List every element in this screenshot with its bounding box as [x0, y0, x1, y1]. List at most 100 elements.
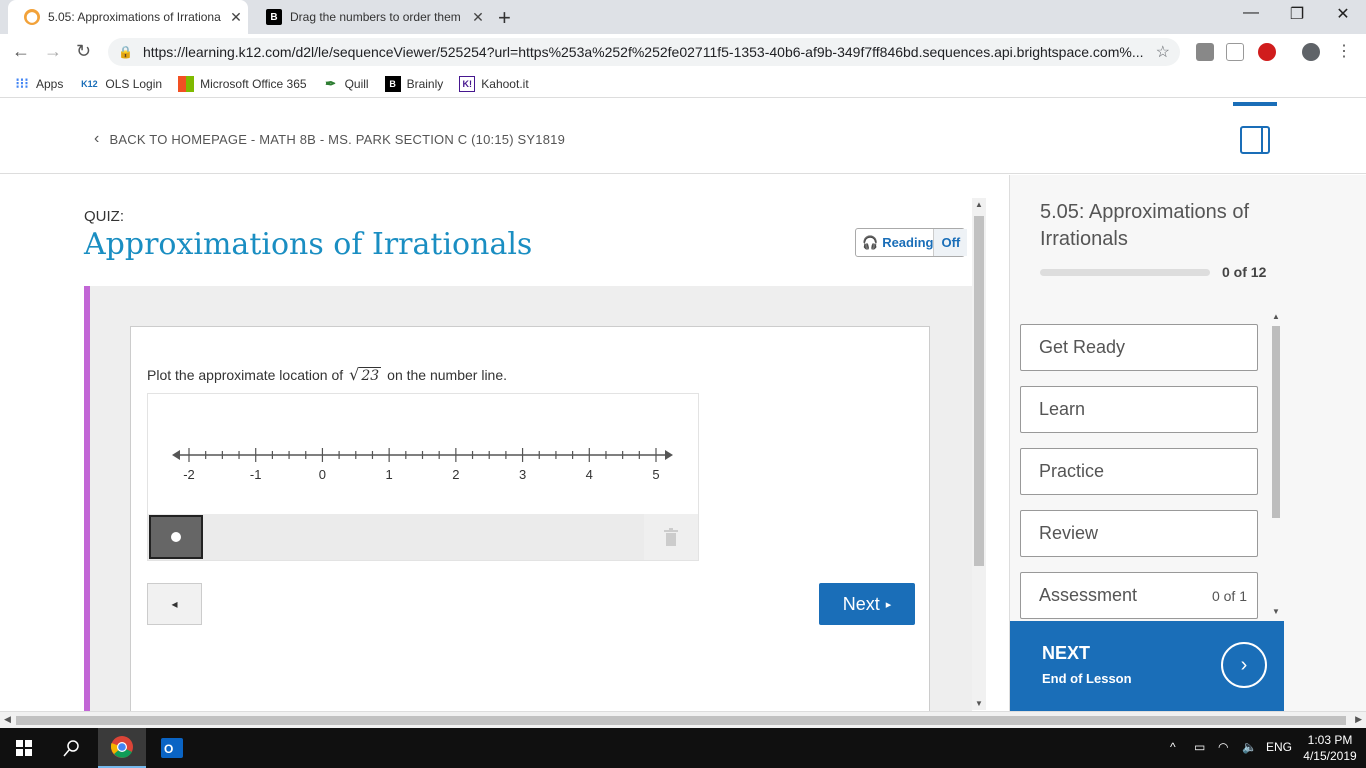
volume-icon[interactable]: 🔈 — [1242, 740, 1257, 754]
maximize-button[interactable]: ❐ — [1274, 4, 1320, 24]
next-lesson-button[interactable]: NEXT End of Lesson › — [1010, 621, 1284, 711]
bookmark-kahoot[interactable]: K! Kahoot.it — [459, 75, 529, 92]
prompt-text-before: Plot the approximate location of — [147, 366, 344, 383]
section-learn[interactable]: Learn — [1020, 386, 1258, 433]
bookmark-label: OLS Login — [105, 76, 163, 91]
square-root-expression: √ 23 — [349, 365, 382, 384]
number-line-toolbar — [148, 514, 698, 560]
arrow-left-icon — [172, 450, 180, 460]
section-label: Assessment — [1039, 585, 1138, 605]
extension-adblock-icon[interactable] — [1258, 43, 1276, 61]
browser-tab[interactable]: B Drag the numbers to order them ✕ — [250, 0, 490, 34]
reading-toggle[interactable]: 🎧 Reading Off — [855, 228, 968, 257]
bookmark-brainly[interactable]: B Brainly — [384, 75, 443, 92]
tick-label: 4 — [586, 467, 593, 482]
taskbar-outlook[interactable]: O — [148, 728, 196, 768]
horizontal-scrollbar[interactable]: ◀ ▶ — [0, 711, 1366, 728]
tick-label: 5 — [652, 467, 659, 482]
section-assessment[interactable]: Assessment 0 of 1 — [1020, 572, 1258, 619]
panel-tab-indicator — [1233, 102, 1277, 106]
lesson-title: 5.05: Approximations of Irrationals — [1040, 201, 1250, 250]
chevron-right-circle-icon: › — [1221, 642, 1267, 688]
scroll-left-icon[interactable]: ◀ — [4, 714, 11, 725]
scroll-down-icon[interactable]: ▼ — [972, 699, 986, 708]
radicand: 23 — [359, 367, 382, 384]
close-tab-icon[interactable]: ✕ — [224, 9, 248, 26]
lesson-sidebar: 5.05: Approximations of Irrationals 0 of… — [1009, 175, 1366, 711]
section-label: Learn — [1039, 399, 1086, 419]
bookmark-office-365[interactable]: Microsoft Office 365 — [178, 75, 307, 92]
tick-label: -2 — [183, 467, 195, 482]
next-lesson-title: NEXT — [1042, 643, 1091, 663]
taskbar-chrome[interactable] — [98, 728, 146, 768]
bookmark-quill[interactable]: ✒ Quill — [323, 76, 369, 92]
scroll-up-icon[interactable]: ▲ — [972, 200, 986, 209]
outlook-icon: O — [161, 738, 183, 758]
menu-kebab-icon[interactable]: ⋮ — [1336, 41, 1352, 61]
main-scrollbar[interactable]: ▲ ▼ — [972, 198, 986, 710]
progress-text: 0 of 12 — [1222, 264, 1267, 280]
quiz-area: Plot the approximate location of √ 23 on … — [84, 286, 972, 711]
point-tool-button[interactable] — [149, 515, 203, 559]
page-title: Approximations of Irrationals — [84, 227, 533, 262]
chrome-icon — [110, 736, 133, 758]
radical-sign-icon: √ — [349, 365, 360, 384]
back-to-homepage-link[interactable]: ‹ BACK TO HOMEPAGE - MATH 8B - MS. PARK … — [94, 130, 565, 148]
kahoot-icon: K! — [459, 75, 476, 92]
page-header: ‹ BACK TO HOMEPAGE - MATH 8B - MS. PARK … — [0, 102, 1366, 174]
extension-pocket-icon[interactable] — [1196, 43, 1214, 61]
browser-toolbar: ← → ↻ 🔒 https://learning.k12.com/d2l/le/… — [0, 34, 1366, 70]
browser-tabstrip: ⬤ 5.05: Approximations of Irrationa ✕ B … — [0, 0, 1366, 34]
section-get-ready[interactable]: Get Ready — [1020, 324, 1258, 371]
language-indicator[interactable]: ENG — [1266, 740, 1292, 754]
extension-play-icon[interactable] — [1226, 43, 1244, 61]
tick-label: 0 — [319, 467, 326, 482]
section-count: 0 of 1 — [1211, 587, 1247, 604]
address-bar[interactable]: 🔒 https://learning.k12.com/d2l/le/sequen… — [108, 38, 1180, 66]
window-close-button[interactable]: ✕ — [1320, 4, 1366, 24]
scrollbar-thumb[interactable] — [974, 216, 984, 566]
play-triangle-icon: ▸ — [885, 598, 892, 611]
scrollbar-thumb[interactable] — [1272, 326, 1280, 518]
previous-question-button[interactable]: ◂ — [147, 583, 202, 625]
arrow-right-icon — [665, 450, 673, 460]
next-question-button[interactable]: Next ▸ — [819, 583, 915, 625]
prompt-text-after: on the number line. — [387, 366, 508, 383]
profile-avatar-icon[interactable] — [1302, 43, 1320, 61]
reload-icon[interactable]: ↻ — [76, 41, 91, 62]
panel-toggle-icon[interactable] — [1240, 126, 1270, 154]
scroll-down-icon[interactable]: ▼ — [1268, 607, 1284, 616]
delete-button[interactable] — [644, 514, 698, 560]
new-tab-button[interactable]: + — [498, 5, 511, 31]
scroll-up-icon[interactable]: ▲ — [1268, 312, 1284, 321]
search-icon — [63, 740, 79, 757]
section-practice[interactable]: Practice — [1020, 448, 1258, 495]
back-arrow-icon[interactable]: ← — [12, 41, 30, 62]
wifi-icon[interactable]: ◠ — [1218, 740, 1228, 754]
section-label: Practice — [1039, 461, 1105, 481]
sidebar-scrollbar[interactable]: ▲ ▼ — [1268, 310, 1284, 616]
chevron-up-icon[interactable]: ^ — [1170, 740, 1176, 754]
number-line[interactable]: -2 -1 0 1 2 3 4 5 — [148, 394, 698, 504]
main-content: QUIZ: Approximations of Irrationals 🎧 Re… — [0, 175, 972, 711]
search-button[interactable] — [48, 728, 96, 768]
close-tab-icon[interactable]: ✕ — [466, 9, 490, 26]
scrollbar-thumb[interactable] — [16, 716, 1346, 725]
brainly-icon: B — [266, 9, 282, 25]
start-button[interactable] — [0, 728, 48, 768]
system-clock[interactable]: 1:03 PM 4/15/2019 — [1300, 732, 1360, 764]
bookmark-ols-login[interactable]: K12 OLS Login — [79, 76, 162, 92]
lock-icon: 🔒 — [118, 45, 133, 59]
scroll-right-icon[interactable]: ▶ — [1355, 714, 1362, 725]
tab-title: 5.05: Approximations of Irrationa — [48, 10, 221, 24]
browser-tab-active[interactable]: ⬤ 5.05: Approximations of Irrationa ✕ — [8, 0, 248, 34]
section-review[interactable]: Review — [1020, 510, 1258, 557]
clock-date: 4/15/2019 — [1303, 749, 1357, 763]
bookmark-star-icon[interactable]: ☆ — [1156, 42, 1170, 62]
battery-icon[interactable]: ▭ — [1194, 740, 1205, 754]
forward-arrow-icon[interactable]: → — [44, 41, 62, 62]
bookmark-label: Quill — [344, 76, 369, 91]
bookmark-apps[interactable]: ⁝⁝⁝ Apps — [14, 75, 63, 92]
minimize-button[interactable]: — — [1228, 4, 1274, 22]
windows-taskbar: O ^ ▭ ◠ 🔈 ENG 1:03 PM 4/15/2019 — [0, 728, 1366, 768]
